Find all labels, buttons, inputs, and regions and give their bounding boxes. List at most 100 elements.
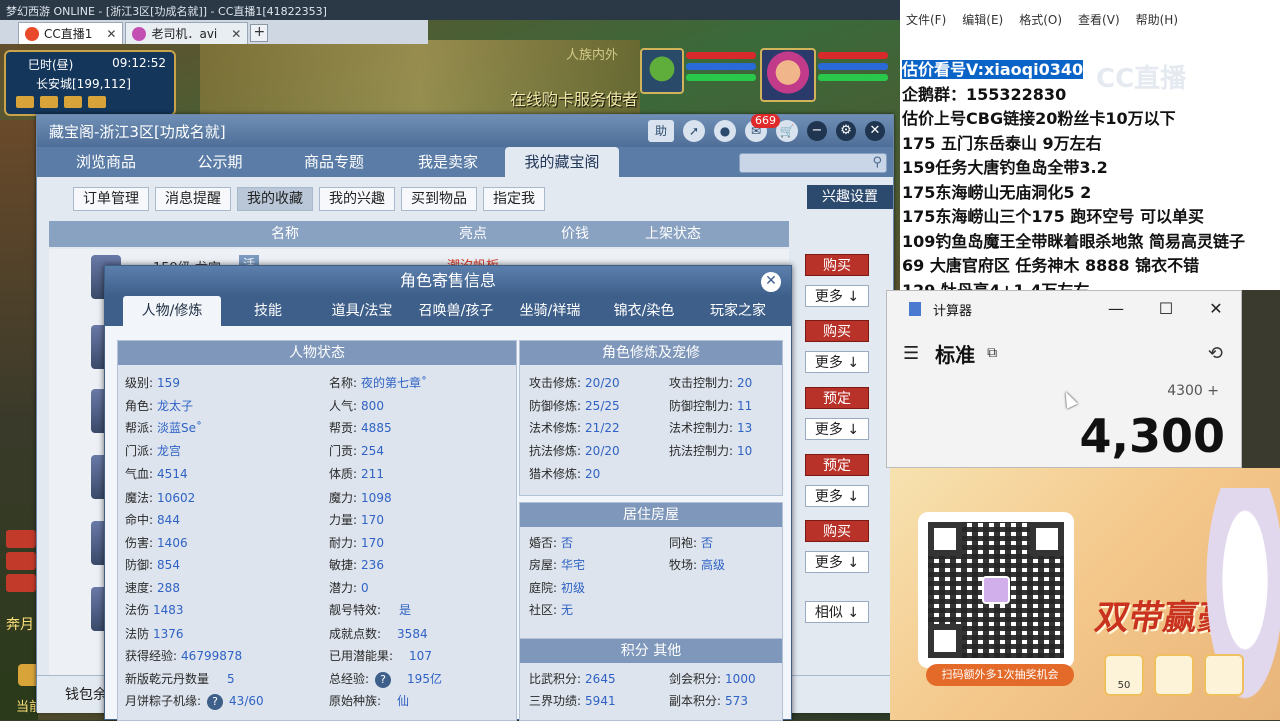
pet-portrait[interactable] <box>640 48 684 94</box>
tab-label: 老司机．avi <box>151 27 218 41</box>
stat-school: 门派: 龙宫 <box>125 444 182 458</box>
subtab-bought[interactable]: 买到物品 <box>401 187 477 211</box>
tab-browse[interactable]: 浏览商品 <box>49 147 163 177</box>
stat-school-contrib: 门贡: 254 <box>329 444 384 458</box>
browser-tab-video[interactable]: 老司机．avi ✕ <box>125 22 249 44</box>
message-icon[interactable]: ✉ 669 <box>745 114 780 142</box>
more-button[interactable]: 更多 ↓ <box>805 485 869 507</box>
map-icon[interactable] <box>16 96 34 108</box>
score-row: 剑会积分: 1000 <box>669 672 756 686</box>
tab-pets[interactable]: 召唤兽/孩子 <box>409 296 503 326</box>
buy-button[interactable]: 购买 <box>805 320 869 342</box>
new-tab-button[interactable]: + <box>250 24 269 42</box>
browser-tab-cc[interactable]: CC直播1 ✕ <box>18 22 124 44</box>
score-row: 三界功绩: 5941 <box>529 694 616 708</box>
menu-file[interactable]: 文件(F) <box>906 11 946 38</box>
settings-gear-icon[interactable]: ⚙ <box>836 121 856 141</box>
menu-help[interactable]: 帮助(H) <box>1136 11 1178 38</box>
similar-button[interactable]: 相似 ↓ <box>805 601 869 623</box>
tab-outfits[interactable]: 锦衣/染色 <box>597 296 691 326</box>
cc-watermark-logo: CC直播 <box>1096 64 1187 94</box>
tab-character[interactable]: 人物/修炼 <box>123 296 221 326</box>
col-name: 名称 <box>271 226 299 242</box>
search-icon[interactable]: ⚲ <box>872 155 882 170</box>
trade-icon[interactable] <box>40 96 58 108</box>
calculator-icon <box>909 302 921 316</box>
side-red-button[interactable] <box>6 530 36 548</box>
player-portrait[interactable] <box>760 48 816 102</box>
minimize-button[interactable]: − <box>807 121 827 141</box>
panel-title: 居住房屋 <box>520 503 782 527</box>
tab-home[interactable]: 玩家之家 <box>691 296 785 326</box>
ad-caption: 扫码额外多1次抽奖机会 <box>926 664 1074 686</box>
panel-title: 角色修炼及宠修 <box>520 341 782 365</box>
close-button[interactable]: ✕ <box>1191 291 1241 327</box>
maximize-button[interactable]: ☐ <box>1141 291 1191 327</box>
minimize-button[interactable]: — <box>1091 291 1141 327</box>
tab-skills[interactable]: 技能 <box>221 296 315 326</box>
subtab-messages[interactable]: 消息提醒 <box>155 187 231 211</box>
calendar-icon[interactable] <box>88 96 106 108</box>
subtab-designated[interactable]: 指定我 <box>483 187 545 211</box>
close-button[interactable]: ✕ <box>761 272 781 292</box>
close-icon[interactable]: ✕ <box>231 27 241 41</box>
cultivation-row: 法术修炼: 21/22 <box>529 421 620 435</box>
interest-settings-button[interactable]: 兴趣设置 <box>807 185 893 209</box>
gift-icon[interactable] <box>64 96 82 108</box>
stat-special-id: 靓号特效: 是 <box>329 603 412 617</box>
housing-row: 婚否: 否 <box>529 536 574 550</box>
more-button[interactable]: 更多 ↓ <box>805 551 869 573</box>
tab-my-cbg[interactable]: 我的藏宝阁 <box>505 147 619 177</box>
keep-on-top-icon[interactable]: ⧉ <box>987 345 997 361</box>
more-button[interactable]: 更多 ↓ <box>805 418 869 440</box>
col-status: 上架状态 <box>645 226 701 242</box>
text-line: 估价上号CBG链接20粉丝卡10万以下 <box>902 109 1176 128</box>
history-icon[interactable]: ⟲ <box>1208 343 1223 364</box>
notepad-text-area[interactable]: 估价看号V:xiaoqi0340 企鹅群：155322830 估价上号CBG链接… <box>900 56 1280 301</box>
menu-view[interactable]: 查看(V) <box>1078 11 1120 38</box>
menu-icon[interactable]: ☰ <box>903 343 919 364</box>
help-icon[interactable]: ? <box>207 693 224 710</box>
qr-code[interactable] <box>918 512 1074 668</box>
more-button[interactable]: 更多 ↓ <box>805 351 869 373</box>
stat-popularity: 人气: 800 <box>329 399 384 413</box>
tab-public[interactable]: 公示期 <box>163 147 277 177</box>
stat-defense: 防御: 854 <box>125 558 180 572</box>
menu-edit[interactable]: 编辑(E) <box>962 11 1003 38</box>
text-line: 企鹅群：155322830 <box>902 84 1067 104</box>
subtab-interests[interactable]: 我的兴趣 <box>319 187 395 211</box>
reserve-button[interactable]: 预定 <box>805 454 869 476</box>
npc-name: 人族内外 <box>566 48 619 63</box>
record-icon[interactable]: ● <box>714 120 736 142</box>
buy-button[interactable]: 购买 <box>805 520 869 542</box>
buy-button[interactable]: 购买 <box>805 254 869 276</box>
cbg-main-tabs: 浏览商品 公示期 商品专题 我是卖家 我的藏宝阁 ⚲ <box>37 147 893 177</box>
calc-expression: 4300 + <box>1167 383 1219 399</box>
close-icon[interactable]: ✕ <box>106 27 116 41</box>
promo-banner[interactable]: 扫码额外多1次抽奖机会 双带赢豪 50 <box>890 468 1280 720</box>
side-red-button[interactable] <box>6 574 36 592</box>
subtab-orders[interactable]: 订单管理 <box>73 187 149 211</box>
tab-topics[interactable]: 商品专题 <box>277 147 391 177</box>
help-button[interactable]: 助 <box>648 120 674 142</box>
text-line: 69 大唐官府区 任务神木 8888 锦衣不错 <box>902 256 1200 275</box>
reserve-button[interactable]: 预定 <box>805 387 869 409</box>
side-red-button[interactable] <box>6 552 36 570</box>
text-line: 109钓鱼岛魔王全带眯着眼杀地煞 简易高灵链子 <box>902 231 1245 251</box>
tab-items[interactable]: 道具/法宝 <box>315 296 409 326</box>
more-button[interactable]: 更多 ↓ <box>805 285 869 307</box>
menu-format[interactable]: 格式(O) <box>1019 11 1062 38</box>
help-icon[interactable]: ? <box>375 671 392 688</box>
housing-row: 房屋: 华宅 <box>529 558 586 572</box>
tab-mounts[interactable]: 坐骑/祥瑞 <box>503 296 597 326</box>
role-tabs: 人物/修炼 技能 道具/法宝 召唤兽/孩子 坐骑/祥瑞 锦衣/染色 玩家之家 <box>105 296 791 326</box>
share-icon[interactable]: ➚ <box>683 120 705 142</box>
subtab-favorites[interactable]: 我的收藏 <box>237 187 313 211</box>
close-button[interactable]: ✕ <box>865 121 885 141</box>
search-input[interactable]: ⚲ <box>739 153 887 173</box>
stat-magic-defense: 法防 1376 <box>125 627 184 641</box>
stat-qianyuan: 新版乾元丹数量 5 <box>125 672 235 686</box>
stat-potential-fruit: 已用潜能果: 107 <box>329 649 432 663</box>
tab-seller[interactable]: 我是卖家 <box>391 147 505 177</box>
message-count: 669 <box>751 114 780 128</box>
